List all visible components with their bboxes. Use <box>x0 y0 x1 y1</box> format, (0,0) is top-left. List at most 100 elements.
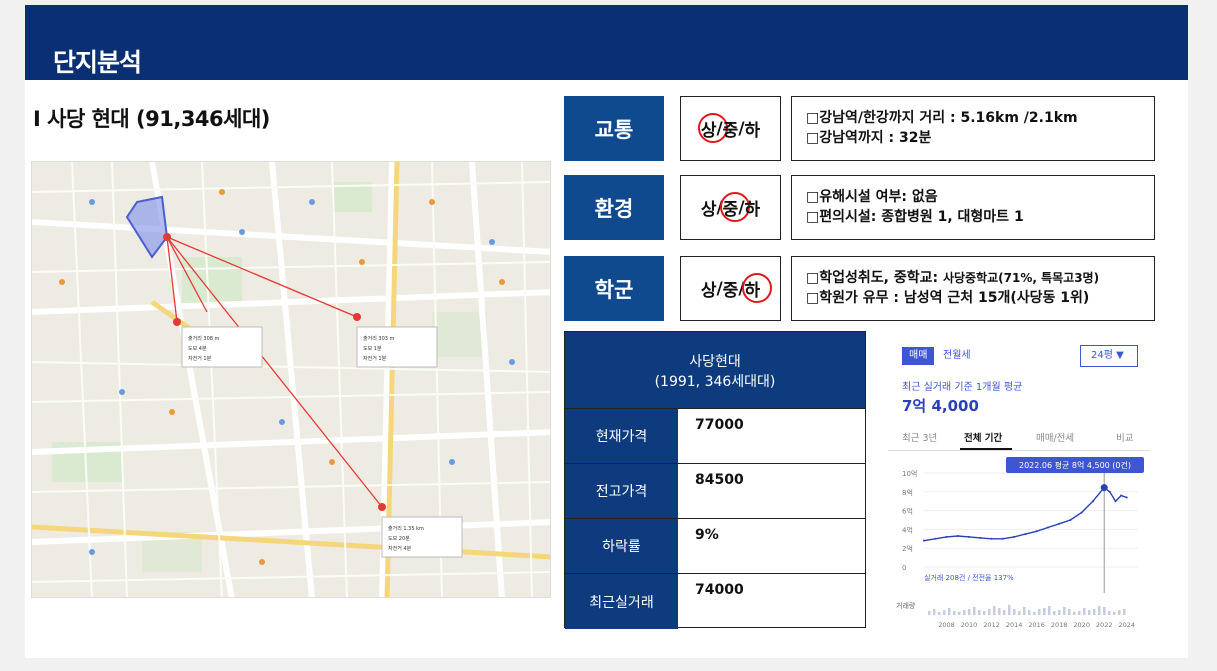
data-point <box>945 535 948 538</box>
volume-bar <box>963 610 966 615</box>
x-tick-label: 2014 <box>1006 621 1023 629</box>
destination-marker[interactable] <box>378 503 386 511</box>
data-point <box>1125 496 1128 499</box>
price-series-line <box>923 486 1127 542</box>
data-point <box>979 536 982 539</box>
tab-rent[interactable]: 전월세 <box>936 347 978 365</box>
detail-line: □유해시설 여부: 없음 <box>806 189 938 205</box>
volume-bar <box>1093 609 1096 615</box>
volume-bar <box>993 606 996 615</box>
destination-marker[interactable] <box>353 313 361 321</box>
subtab-recent-3y[interactable]: 최근 3년 <box>902 430 937 444</box>
hover-point <box>1100 484 1108 492</box>
price-chart-panel: 매매 전월세 24평 ▼ 최근 실거래 기준 1개월 평균 7억 4,000 최… <box>888 333 1150 635</box>
rating-environment: 상 / 중 / 하 <box>680 175 781 240</box>
size-select[interactable]: 24평 ▼ <box>1080 345 1138 367</box>
rating-option-high: 상 <box>697 113 728 143</box>
volume-bar <box>1098 606 1101 615</box>
data-point <box>934 537 937 540</box>
row-value: 84500 <box>695 472 744 488</box>
page-title: 단지분석 <box>53 48 142 77</box>
volume-bar <box>1063 607 1066 615</box>
x-tick-label: 2020 <box>1073 621 1090 629</box>
detail-line: □강남역까지 : 32분 <box>806 130 932 146</box>
volume-bar <box>1083 608 1086 615</box>
volume-bar <box>1103 607 1106 615</box>
volume-bar <box>1003 610 1006 615</box>
volume-bar <box>1078 611 1081 615</box>
y-tick-label: 0 <box>902 564 906 572</box>
divider <box>888 450 1150 451</box>
x-tick-label: 2022 <box>1096 621 1113 629</box>
rating-option-low: 하 <box>744 200 761 220</box>
rating-option-high: 상 <box>700 200 717 220</box>
active-subtab-indicator <box>960 448 1012 450</box>
data-point <box>923 539 925 542</box>
table-row: 현재가격 77000 <box>565 408 865 463</box>
criterion-label-school: 학군 <box>564 256 664 321</box>
complex-title: I 사당 현대 (91,346세대) <box>33 107 270 131</box>
location-map[interactable]: 출거리 308 m 도보 4분 자전거 1분 출거리 303 m 도보 1분 자… <box>31 161 551 598</box>
volume-bar <box>998 608 1001 615</box>
volume-bar <box>928 611 931 615</box>
volume-bar <box>1028 610 1031 615</box>
volume-bar <box>1048 606 1051 615</box>
average-price: 7억 4,000 <box>902 397 979 415</box>
volume-bar <box>958 612 961 615</box>
complex-name: 사당현대 <box>689 354 741 370</box>
detail-school: □학업성취도, 중학교: 사당중학교(71%, 특목고3명) □학원가 유무 :… <box>791 256 1155 321</box>
rating-school: 상 / 중 / 하 <box>680 256 781 321</box>
y-tick-label: 4억 <box>902 526 913 534</box>
tab-sale[interactable]: 매매 <box>902 347 935 365</box>
volume-bar <box>1068 609 1071 615</box>
data-point <box>1120 494 1123 497</box>
row-value: 74000 <box>695 582 744 598</box>
x-tick-label: 2018 <box>1051 621 1068 629</box>
park-area <box>432 312 487 357</box>
subtab-all-period[interactable]: 전체 기간 <box>964 430 1002 444</box>
volume-bar <box>1108 611 1111 615</box>
svg-text:도보 4분: 도보 4분 <box>188 346 207 352</box>
data-point <box>1013 535 1016 538</box>
svg-text:출거리 1.35 km: 출거리 1.35 km <box>388 525 424 532</box>
subtab-sale-rent[interactable]: 매매/전세 <box>1036 430 1074 444</box>
distance-popup: 출거리 1.35 km 도보 20분 자전거 4분 <box>381 516 463 558</box>
table-row: 최근실거래 74000 <box>565 573 865 629</box>
volume-bar <box>1113 612 1116 615</box>
table-row: 하락률 9% <box>565 518 865 573</box>
volume-bar <box>1053 611 1056 615</box>
volume-bar <box>1023 607 1026 615</box>
data-point <box>1069 519 1072 521</box>
data-point <box>1035 530 1038 533</box>
volume-bar <box>983 611 986 615</box>
rating-option-mid: 중 <box>722 281 739 301</box>
subtab-compare[interactable]: 비교 <box>1116 430 1133 444</box>
svg-text:자전거 4분: 자전거 4분 <box>388 545 412 552</box>
price-table: 사당현대 (1991, 346세대대) 현재가격 77000 전고가격 8450… <box>564 331 866 629</box>
detail-line: □학업성취도, 중학교: 사당중학교(71%, 특목고3명) <box>806 268 1140 288</box>
slide: 단지분석 I 사당 현대 (91,346세대) 출거리 308 m 도보 4분 … <box>25 5 1188 658</box>
volume-bar <box>1038 609 1041 615</box>
svg-text:도보 20분: 도보 20분 <box>388 536 410 542</box>
distance-popup: 출거리 303 m 도보 1분 자전거 1분 <box>356 326 438 368</box>
data-point <box>968 535 971 538</box>
detail-transport: □강남역/한강까지 거리 : 5.16km /2.1km □강남역까지 : 32… <box>791 96 1155 161</box>
rating-option-low: 하 <box>741 273 771 303</box>
data-point <box>1114 500 1117 503</box>
destination-marker[interactable] <box>173 318 181 326</box>
x-tick-label: 2024 <box>1118 621 1135 629</box>
svg-text:출거리 308 m: 출거리 308 m <box>188 335 220 342</box>
x-tick-label: 2010 <box>961 621 978 629</box>
price-note: 최근 실거래 기준 1개월 평균 <box>902 382 1023 393</box>
price-table-header: 사당현대 (1991, 346세대대) <box>565 332 865 408</box>
data-point <box>956 534 959 537</box>
price-line-chart[interactable]: 0 2억 4억 6억 8억 10억 2022.06 평균 8억 4,500 (0건) 실거… <box>888 455 1150 635</box>
detail-environment: □유해시설 여부: 없음 □편의시설: 종합병원 1, 대형마트 1 <box>791 175 1155 240</box>
volume-bar <box>1008 605 1011 615</box>
volume-bar <box>1058 610 1061 615</box>
volume-bar <box>1123 609 1126 615</box>
rating-transport: 상 / 중 / 하 <box>680 96 781 161</box>
volume-bar <box>973 607 976 615</box>
volume-bar <box>948 608 951 615</box>
origin-marker[interactable] <box>163 233 171 241</box>
